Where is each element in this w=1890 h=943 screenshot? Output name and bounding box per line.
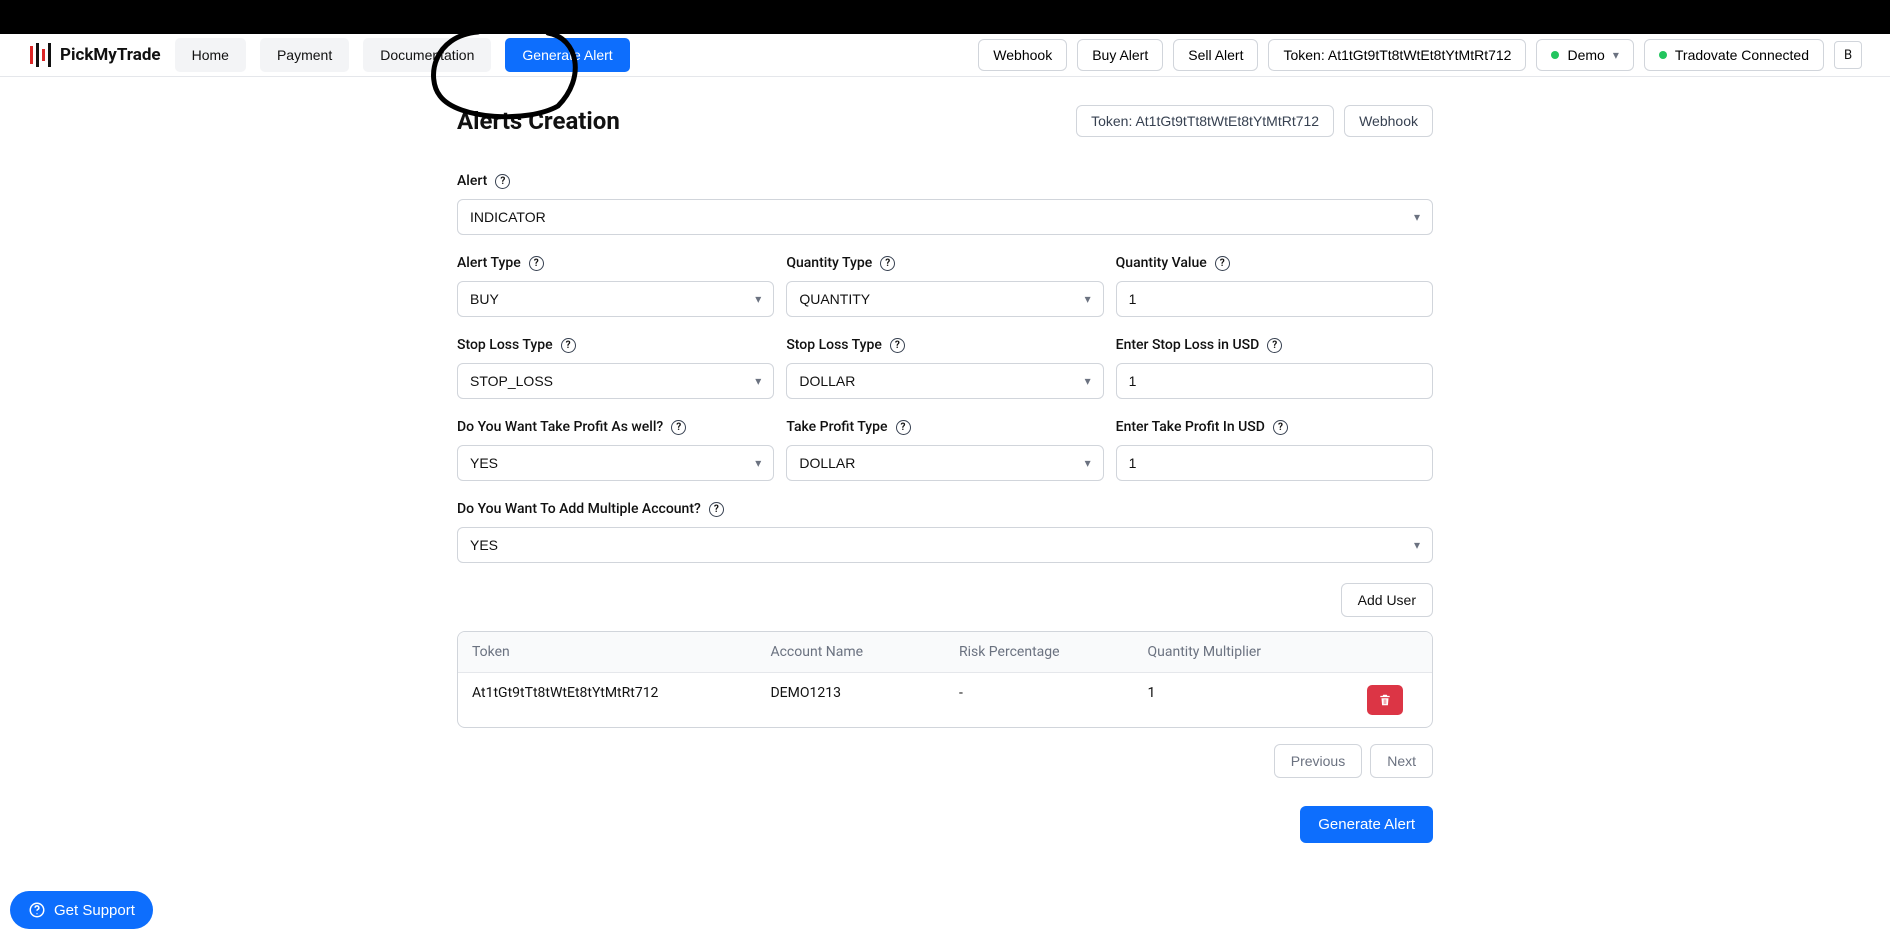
help-icon[interactable]: ? — [1273, 420, 1288, 435]
nav-documentation[interactable]: Documentation — [363, 38, 491, 72]
pagination: Previous Next — [457, 744, 1433, 778]
chevron-down-icon: ▾ — [1414, 210, 1420, 224]
quantity-type-select[interactable]: QUANTITY ▾ — [786, 281, 1103, 317]
add-user-button[interactable]: Add User — [1341, 583, 1433, 617]
help-icon[interactable]: ? — [896, 420, 911, 435]
header-buy-alert-button[interactable]: Buy Alert — [1077, 39, 1163, 71]
th-account: Account Name — [756, 632, 945, 672]
table-header: Token Account Name Risk Percentage Quant… — [458, 632, 1432, 672]
main-content: Alerts Creation Token: At1tGt9tTt8tWtEt8… — [447, 105, 1443, 843]
nav-generate-alert[interactable]: Generate Alert — [505, 38, 629, 72]
th-risk: Risk Percentage — [945, 632, 1134, 672]
header-token-chip[interactable]: Token: At1tGt9tTt8tWtEt8tYtMtRt712 — [1268, 39, 1526, 71]
alert-label: Alert ? — [457, 173, 1433, 189]
help-icon[interactable]: ? — [880, 256, 895, 271]
accounts-table: Token Account Name Risk Percentage Quant… — [457, 631, 1433, 728]
help-icon[interactable]: ? — [1267, 338, 1282, 353]
brand-icon — [28, 43, 56, 67]
quantity-value-input[interactable] — [1116, 281, 1433, 317]
take-profit-want-label: Do You Want Take Profit As well? ? — [457, 419, 774, 435]
brand-logo[interactable]: PickMyTrade — [28, 43, 161, 67]
help-icon[interactable]: ? — [890, 338, 905, 353]
chevron-down-icon: ▾ — [755, 374, 761, 388]
td-token: At1tGt9tTt8tWtEt8tYtMtRt712 — [458, 672, 756, 727]
multiple-account-label: Do You Want To Add Multiple Account? ? — [457, 501, 1433, 517]
chevron-down-icon: ▾ — [1613, 48, 1619, 62]
help-icon[interactable]: ? — [671, 420, 686, 435]
th-qty-mult: Quantity Multiplier — [1134, 632, 1338, 672]
page-title: Alerts Creation — [457, 107, 620, 135]
take-profit-usd-label: Enter Take Profit In USD ? — [1116, 419, 1433, 435]
previous-button[interactable]: Previous — [1274, 744, 1362, 778]
stop-loss-usd-label: Enter Stop Loss in USD ? — [1116, 337, 1433, 353]
chevron-down-icon: ▾ — [1085, 374, 1091, 388]
generate-alert-button[interactable]: Generate Alert — [1300, 806, 1433, 843]
connection-label: Tradovate Connected — [1675, 47, 1809, 63]
nav-home[interactable]: Home — [175, 38, 246, 72]
nav-payment[interactable]: Payment — [260, 38, 349, 72]
brand-name: PickMyTrade — [60, 45, 161, 65]
th-token: Token — [458, 632, 756, 672]
take-profit-type-label: Take Profit Type ? — [786, 419, 1103, 435]
take-profit-usd-input[interactable] — [1116, 445, 1433, 481]
account-name: Demo — [1567, 47, 1604, 63]
header-sell-alert-button[interactable]: Sell Alert — [1173, 39, 1258, 71]
account-selector[interactable]: Demo ▾ — [1536, 39, 1633, 71]
chevron-down-icon: ▾ — [1085, 456, 1091, 470]
help-icon[interactable]: ? — [495, 174, 510, 189]
td-qty-mult: 1 — [1134, 672, 1338, 727]
table-row: At1tGt9tTt8tWtEt8tYtMtRt712 DEMO1213 - 1 — [458, 672, 1432, 727]
alert-select[interactable]: INDICATOR ▾ — [457, 199, 1433, 235]
stop-loss-type-1-label: Stop Loss Type ? — [457, 337, 774, 353]
chevron-down-icon: ▾ — [1085, 292, 1091, 306]
header-left: PickMyTrade Home Payment Documentation G… — [28, 38, 630, 72]
header: PickMyTrade Home Payment Documentation G… — [0, 34, 1890, 77]
stop-loss-type-2-label: Stop Loss Type ? — [786, 337, 1103, 353]
alert-type-select[interactable]: BUY ▾ — [457, 281, 774, 317]
help-icon[interactable]: ? — [529, 256, 544, 271]
help-icon[interactable]: ? — [709, 502, 724, 517]
next-button[interactable]: Next — [1370, 744, 1433, 778]
stop-loss-type-1-select[interactable]: STOP_LOSS ▾ — [457, 363, 774, 399]
delete-row-button[interactable] — [1367, 685, 1403, 715]
chevron-down-icon: ▾ — [755, 292, 761, 306]
alert-type-label: Alert Type ? — [457, 255, 774, 271]
header-webhook-button[interactable]: Webhook — [978, 39, 1067, 71]
connection-status[interactable]: Tradovate Connected — [1644, 39, 1824, 71]
header-right: Webhook Buy Alert Sell Alert Token: At1t… — [978, 39, 1862, 71]
status-dot-icon — [1659, 51, 1667, 59]
chevron-down-icon: ▾ — [755, 456, 761, 470]
quantity-type-label: Quantity Type ? — [786, 255, 1103, 271]
take-profit-want-select[interactable]: YES ▾ — [457, 445, 774, 481]
td-risk: - — [945, 672, 1134, 727]
stop-loss-usd-input[interactable] — [1116, 363, 1433, 399]
os-topbar — [0, 0, 1890, 34]
get-support-button[interactable]: Get Support — [10, 891, 153, 929]
trash-icon — [1378, 693, 1392, 707]
quantity-value-label: Quantity Value ? — [1116, 255, 1433, 271]
td-account: DEMO1213 — [756, 672, 945, 727]
chevron-down-icon: ▾ — [1414, 538, 1420, 552]
help-icon[interactable]: ? — [561, 338, 576, 353]
status-dot-icon — [1551, 51, 1559, 59]
page-token-badge[interactable]: Token: At1tGt9tTt8tWtEt8tYtMtRt712 — [1076, 105, 1334, 137]
take-profit-type-select[interactable]: DOLLAR ▾ — [786, 445, 1103, 481]
help-icon[interactable]: ? — [1215, 256, 1230, 271]
stop-loss-type-2-select[interactable]: DOLLAR ▾ — [786, 363, 1103, 399]
support-icon — [28, 901, 46, 919]
multiple-account-select[interactable]: YES ▾ — [457, 527, 1433, 563]
page-webhook-badge[interactable]: Webhook — [1344, 105, 1433, 137]
avatar[interactable]: B — [1834, 41, 1862, 69]
